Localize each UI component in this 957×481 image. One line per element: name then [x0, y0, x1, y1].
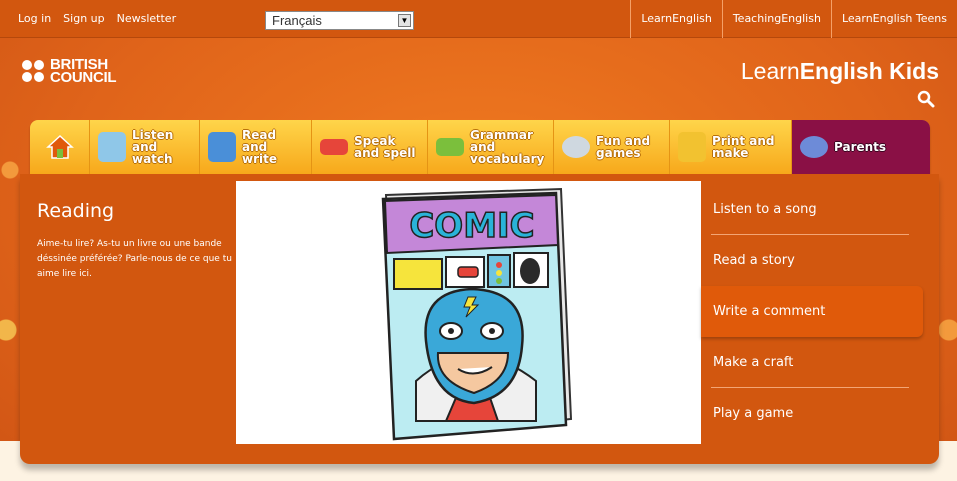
account-links: Log in Sign up Newsletter	[18, 12, 176, 25]
activity-menu: Listen to a song Read a story Write a co…	[701, 184, 923, 439]
games-icon	[562, 136, 590, 158]
nav-print-make[interactable]: Print and make	[670, 120, 792, 174]
menu-item-label: Play a game	[713, 406, 794, 421]
british-council-logo[interactable]: BRITISH COUNCIL	[22, 57, 117, 86]
nav-fun-games[interactable]: Fun and games	[554, 120, 670, 174]
menu-item-play-game[interactable]: Play a game	[701, 388, 921, 439]
right-decoration	[937, 130, 957, 460]
nav-label: Fun and games	[596, 134, 651, 160]
main-nav: Listen and watch Read and write Speak an…	[30, 120, 930, 174]
nav-label: Grammar and vocabulary	[470, 128, 545, 166]
newsletter-link[interactable]: Newsletter	[117, 12, 176, 25]
nav-label: Read and write	[242, 128, 277, 166]
nav-label: Parents	[834, 140, 887, 154]
site-logo[interactable]: LearnEnglish Kids	[741, 58, 939, 85]
nav-parents[interactable]: Parents	[792, 120, 930, 174]
listen-watch-icon	[98, 132, 126, 162]
top-bar: Log in Sign up Newsletter Français ▼ Lea…	[0, 0, 957, 38]
abc-icon	[320, 139, 348, 155]
language-value: Français	[272, 13, 322, 28]
menu-item-label: Write a comment	[713, 304, 826, 319]
home-icon	[45, 134, 74, 159]
nav-grammar-vocabulary[interactable]: Grammar and vocabulary	[428, 120, 554, 174]
nav-label: Print and make	[712, 134, 775, 160]
site-title-light: Learn	[740, 58, 800, 84]
menu-item-make-craft[interactable]: Make a craft	[701, 337, 921, 388]
login-link[interactable]: Log in	[18, 12, 51, 25]
menu-item-label: Listen to a song	[713, 202, 817, 217]
menu-item-read-story[interactable]: Read a story	[701, 235, 921, 286]
comic-illustration: COMIC	[236, 181, 701, 444]
section-description: Aime-tu lire? As-tu un livre ou une band…	[37, 239, 232, 279]
signup-link[interactable]: Sign up	[63, 12, 104, 25]
site-title-bold: English Kids	[799, 58, 939, 84]
language-select[interactable]: Français ▼	[265, 11, 414, 30]
nav-home[interactable]	[30, 120, 90, 174]
learnenglish-link[interactable]: LearnEnglish	[630, 0, 721, 38]
comic-book-image: COMIC	[381, 187, 573, 441]
left-decoration	[0, 130, 22, 460]
page-title: Reading	[37, 200, 115, 222]
teachingenglish-link[interactable]: TeachingEnglish	[721, 0, 831, 38]
parents-icon	[800, 136, 828, 158]
bc-logo-line2: COUNCIL	[50, 69, 117, 86]
nav-label: Speak and spell	[354, 134, 416, 160]
menu-item-listen-song[interactable]: Listen to a song	[701, 184, 921, 235]
nav-speak-spell[interactable]: Speak and spell	[312, 120, 428, 174]
menu-item-label: Make a craft	[713, 355, 794, 370]
book-icon	[208, 132, 236, 162]
menu-item-label: Read a story	[713, 253, 795, 268]
nav-listen-watch[interactable]: Listen and watch	[90, 120, 200, 174]
external-sites: LearnEnglish TeachingEnglish LearnEnglis…	[630, 0, 957, 38]
search-icon[interactable]	[917, 90, 935, 108]
nav-label: Listen and watch	[132, 128, 174, 166]
bc-dots-icon	[22, 60, 44, 82]
grammar-icon	[436, 138, 464, 156]
nav-read-write[interactable]: Read and write	[200, 120, 312, 174]
print-icon	[678, 132, 706, 162]
menu-item-write-comment[interactable]: Write a comment	[701, 286, 923, 337]
learnenglish-teens-link[interactable]: LearnEnglish Teens	[830, 0, 957, 38]
comic-cover-text: COMIC	[409, 206, 534, 246]
dropdown-arrow-icon[interactable]: ▼	[398, 14, 411, 27]
